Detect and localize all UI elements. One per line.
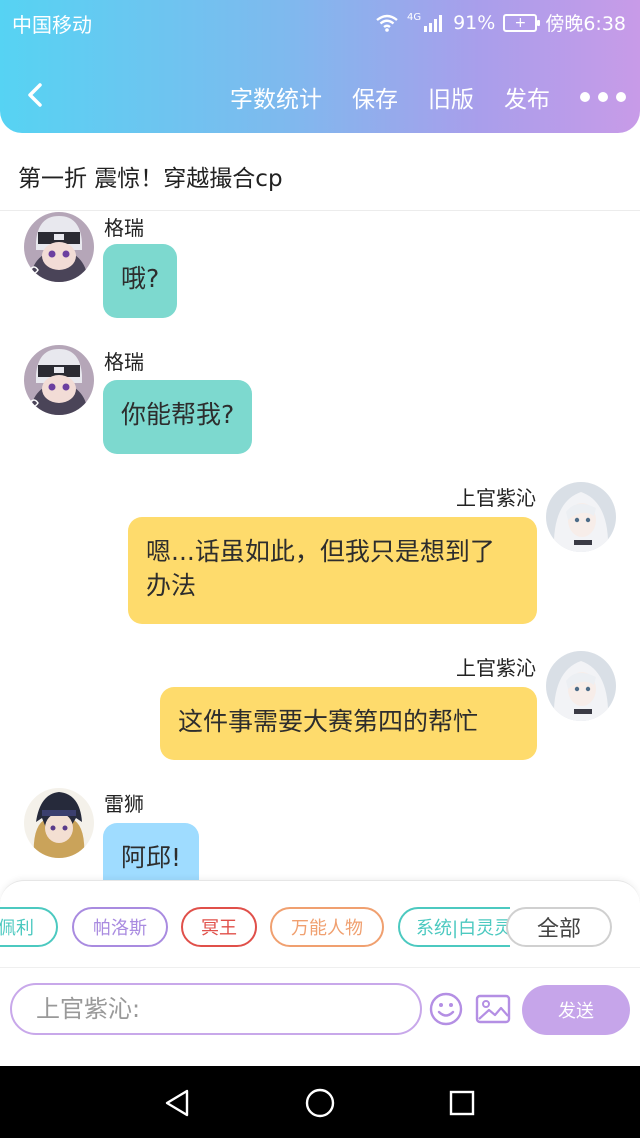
sender-name: 雷狮 — [104, 792, 144, 816]
network-type: 4G — [406, 12, 422, 23]
message-bubble[interactable]: 这件事需要大赛第四的帮忙 — [160, 687, 537, 760]
publish-button[interactable]: 发布 — [504, 80, 550, 114]
sender-name: 格瑞 — [104, 216, 144, 240]
more-dots-icon[interactable] — [580, 92, 626, 102]
wifi-icon — [375, 14, 399, 32]
sender-name: 格瑞 — [104, 350, 144, 374]
avatar-leishi[interactable] — [24, 788, 94, 858]
status-bar: 中国移动 4G 91% + 傍晚6:38 — [0, 0, 640, 44]
page-title: 第一折 震惊！穿越撮合cp — [18, 166, 283, 192]
old-version-button[interactable]: 旧版 — [428, 80, 474, 114]
role-tag-paluosi[interactable]: 帕洛斯 — [72, 907, 168, 947]
nav-back-triangle-icon[interactable] — [160, 1086, 194, 1120]
system-nav-bar — [0, 1066, 640, 1138]
role-tag-wanneng[interactable]: 万能人物 — [270, 907, 384, 947]
toolbar-actions: 字数统计 保存 旧版 发布 — [200, 80, 626, 114]
sender-name: 上官紫沁 — [456, 656, 536, 680]
title-bar: 第一折 震惊！穿越撮合cp — [0, 133, 640, 211]
role-tag-strip[interactable]: 佩利 帕洛斯 冥王 万能人物 系统|白灵灵 — [0, 907, 510, 949]
all-roles-button[interactable]: 全部 — [506, 907, 612, 947]
avatar-shangguan-ziqin[interactable] — [546, 482, 616, 552]
divider — [0, 967, 640, 968]
sender-name: 上官紫沁 — [456, 486, 536, 510]
back-button[interactable] — [18, 78, 52, 112]
save-button[interactable]: 保存 — [352, 80, 398, 114]
message-bubble[interactable]: 哦? — [103, 244, 178, 318]
toolbar: 字数统计 保存 旧版 发布 — [0, 66, 640, 126]
image-icon[interactable] — [475, 994, 511, 1024]
send-button[interactable]: 发送 — [522, 985, 630, 1035]
message-bubble[interactable]: 你能帮我? — [103, 380, 253, 454]
message-bubble[interactable]: 阿邱! — [103, 823, 200, 880]
status-indicators: 4G 91% + 傍晚6:38 — [375, 9, 626, 36]
role-tag-peili[interactable]: 佩利 — [0, 907, 58, 947]
avatar-gerui[interactable] — [24, 212, 94, 282]
signal-icon — [423, 14, 445, 32]
nav-recents-square-icon[interactable] — [445, 1086, 479, 1120]
role-tag-mingwang[interactable]: 冥王 — [181, 907, 257, 947]
carrier-name: 中国移动 — [12, 13, 92, 37]
role-tag-system[interactable]: 系统|白灵灵 — [398, 907, 510, 947]
avatar-gerui[interactable] — [24, 345, 94, 415]
battery-percent: 91% — [453, 11, 496, 34]
app-header: 中国移动 4G 91% + 傍晚6:38 字数统计 保存 旧版 发布 — [0, 0, 640, 133]
message-bubble[interactable]: 嗯...话虽如此，但我只是想到了办法 — [128, 517, 537, 624]
chevron-left-icon — [28, 83, 42, 107]
input-panel: 佩利 帕洛斯 冥王 万能人物 系统|白灵灵 全部 上官紫沁: 发送 — [0, 880, 640, 1066]
word-count-button[interactable]: 字数统计 — [230, 80, 322, 114]
message-input[interactable]: 上官紫沁: — [10, 983, 422, 1035]
clock: 傍晚6:38 — [545, 13, 626, 35]
chat-area[interactable]: 格瑞 哦? 格瑞 你能帮我? 上官紫沁 嗯...话虽如此，但我只是想到了办法 上… — [0, 212, 640, 880]
nav-home-circle-icon[interactable] — [303, 1086, 337, 1120]
smiley-icon[interactable] — [429, 992, 463, 1026]
battery-icon: + — [503, 13, 541, 32]
avatar-shangguan-ziqin[interactable] — [546, 651, 616, 721]
